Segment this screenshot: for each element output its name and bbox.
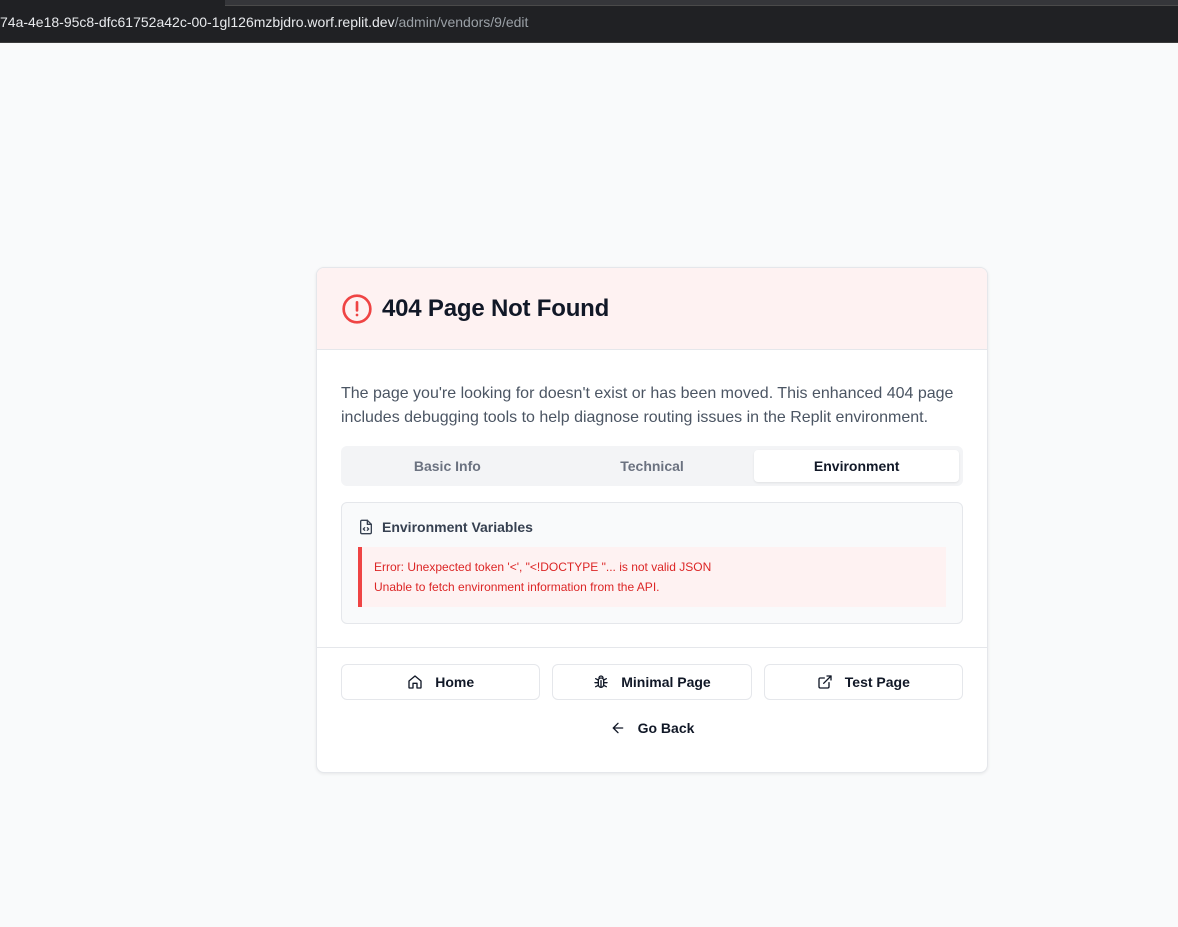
minimal-page-button-label: Minimal Page <box>621 674 711 690</box>
card-header: 404 Page Not Found <box>317 268 987 350</box>
error-line-2: Unable to fetch environment information … <box>374 580 660 594</box>
environment-title-label: Environment Variables <box>382 519 533 535</box>
test-page-button-label: Test Page <box>844 674 910 690</box>
go-back-label: Go Back <box>637 720 695 736</box>
file-code-icon <box>360 519 372 535</box>
error-line-1: Error: Unexpected token '<', "<!DOCTYPE … <box>374 560 712 574</box>
url-path: /admin/vendors/9/edit <box>394 14 529 30</box>
card-body: The page you're looking for doesn't exis… <box>317 350 987 624</box>
tab-environment[interactable]: Environment <box>754 450 960 482</box>
error-message-box: Error: Unexpected token '<', "<!DOCTYPE … <box>358 547 946 607</box>
home-button-label: Home <box>435 674 475 690</box>
external-link-icon <box>818 675 832 689</box>
not-found-card: 404 Page Not Found The page you're looki… <box>316 267 988 773</box>
home-icon <box>408 675 422 689</box>
tab-technical[interactable]: Technical <box>550 450 755 482</box>
environment-title: Environment Variables <box>358 519 946 535</box>
browser-tab-strip <box>225 0 1178 6</box>
url-host: 74a-4e18-95c8-dfc61752a42c-00-1gl126mzbj… <box>0 14 395 30</box>
url-text[interactable]: 74a-4e18-95c8-dfc61752a42c-00-1gl126mzbj… <box>0 14 528 30</box>
page-title: 404 Page Not Found <box>382 294 610 322</box>
arrow-left-icon <box>612 722 623 734</box>
minimal-page-button[interactable]: Minimal Page <box>552 664 752 700</box>
tab-list: Basic Info Technical Environment <box>341 446 963 486</box>
action-buttons: Home Minimal Page Test Page <box>341 664 963 700</box>
bug-icon <box>594 675 608 688</box>
test-page-button[interactable]: Test Page <box>763 664 963 700</box>
home-button[interactable]: Home <box>341 664 541 700</box>
alert-circle-icon <box>342 293 372 324</box>
tab-basic-info[interactable]: Basic Info <box>345 450 550 482</box>
go-back-button[interactable]: Go Back <box>317 720 987 736</box>
description-text: The page you're looking for doesn't exis… <box>341 385 954 426</box>
card-footer-divider <box>317 647 987 648</box>
environment-panel: Environment Variables Error: Unexpected … <box>341 502 963 624</box>
browser-address-bar[interactable]: 74a-4e18-95c8-dfc61752a42c-00-1gl126mzbj… <box>0 0 1178 43</box>
